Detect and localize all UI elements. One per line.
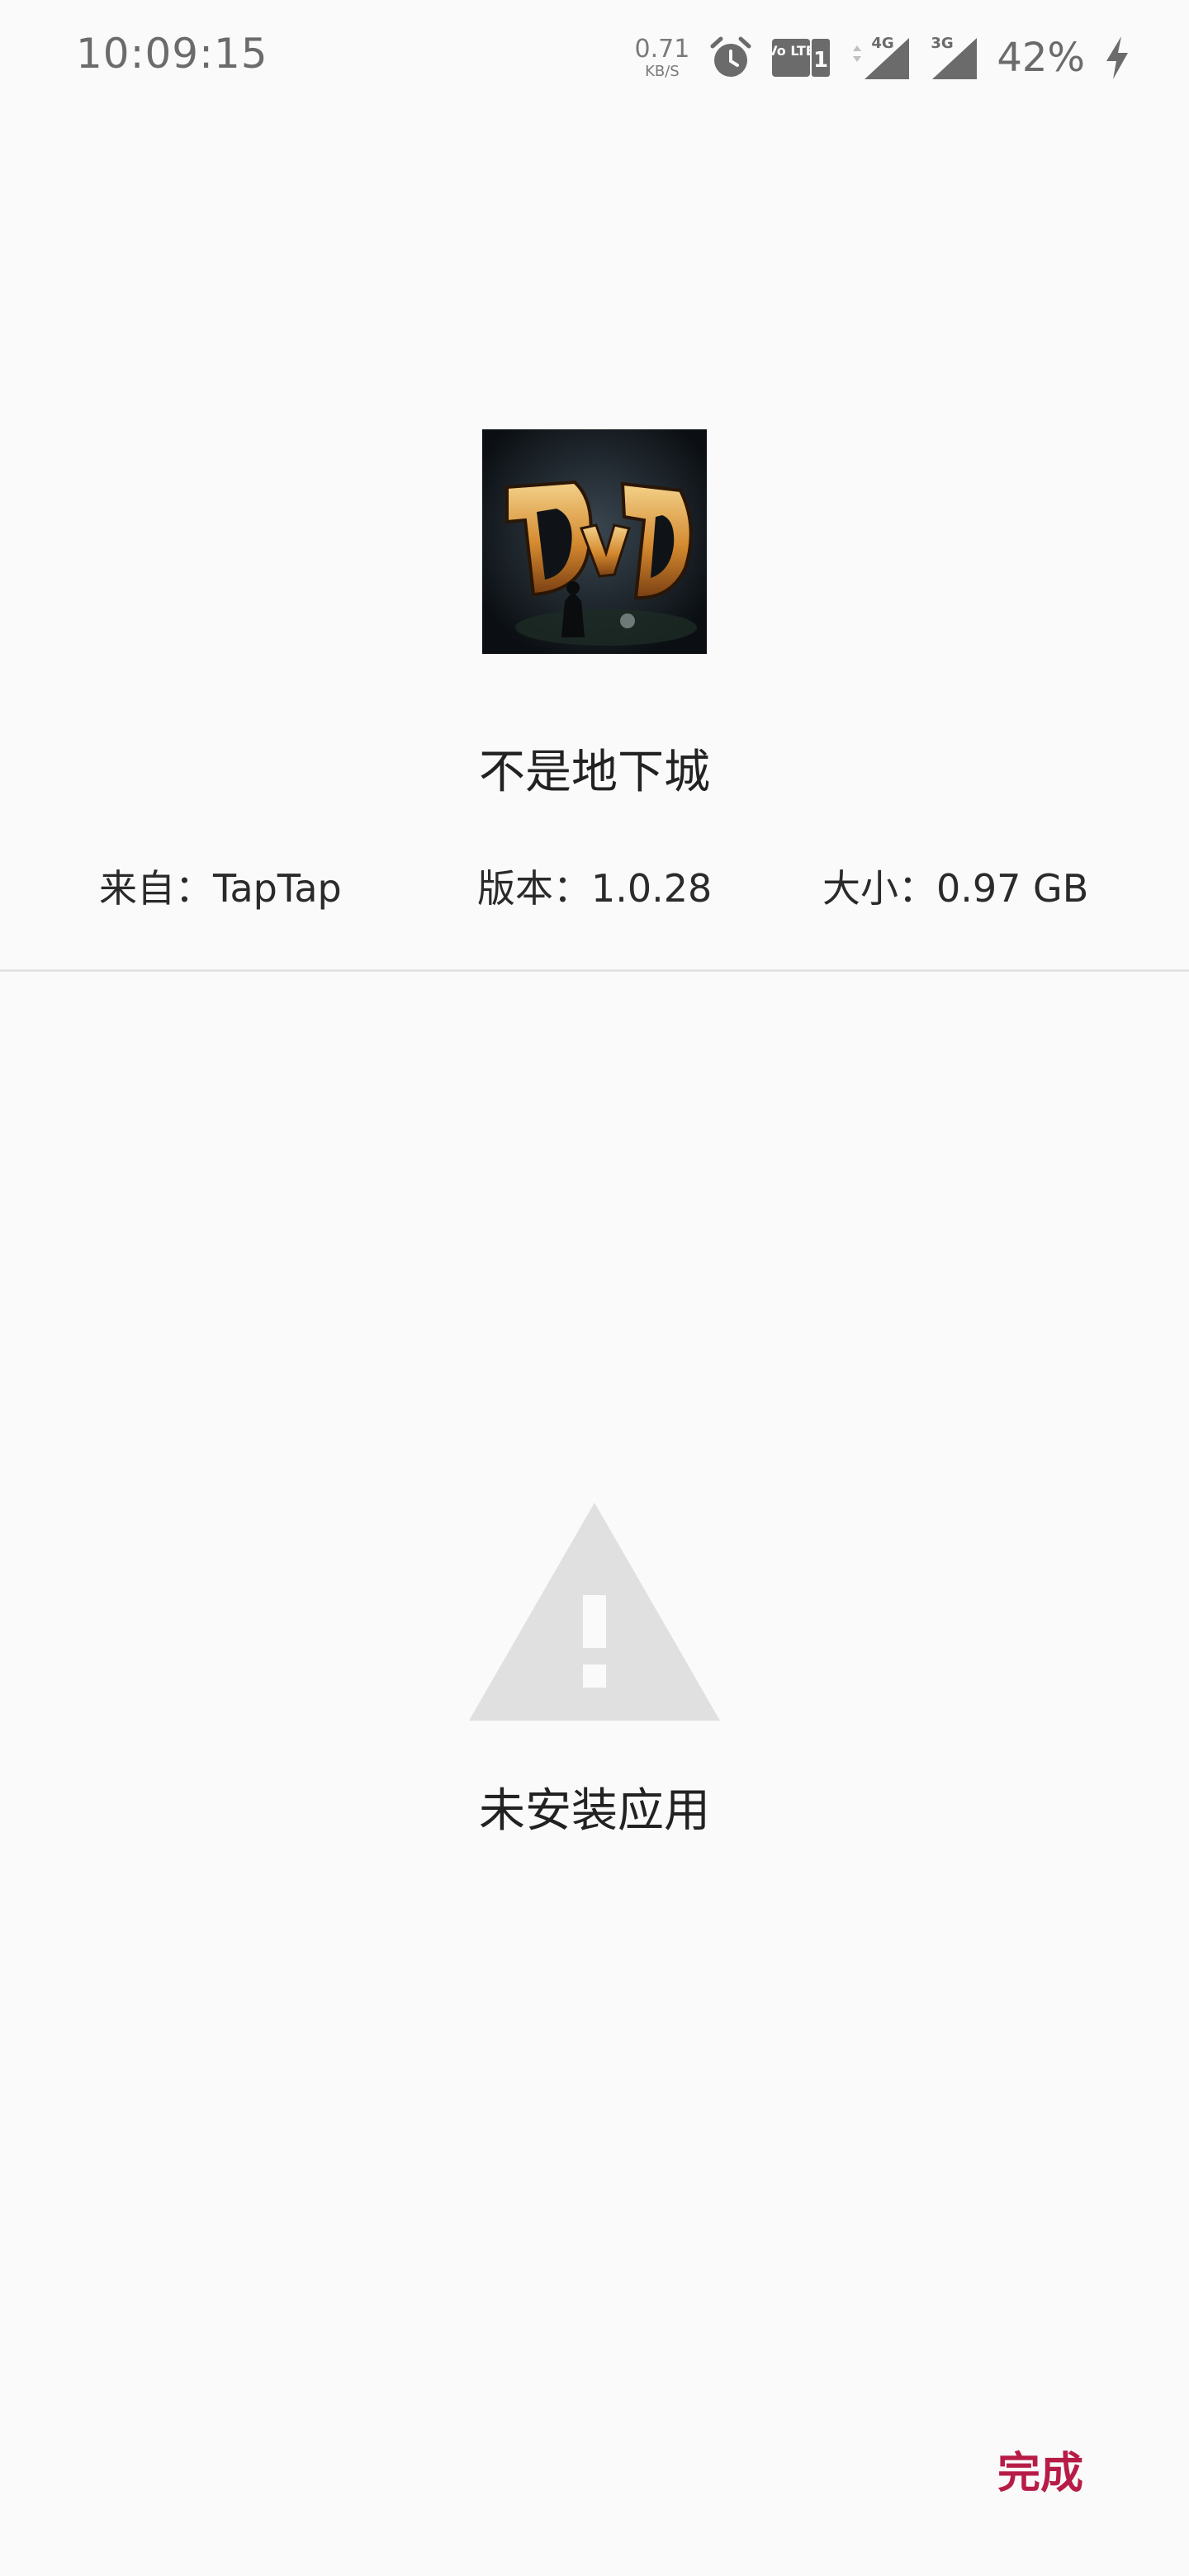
- volte-label: Vo LTE: [772, 43, 815, 59]
- network-speed: 0.71 KB/S: [634, 34, 690, 80]
- warning-icon: [469, 1503, 720, 1721]
- network-speed-value: 0.71: [634, 34, 690, 64]
- status-time: 10:09:15: [76, 30, 268, 78]
- status-icons: 0.71 KB/S Vo LTE 1 4G 3G 42%: [635, 25, 1131, 91]
- signal-3g-label: 3G: [931, 35, 954, 52]
- status-bar: 10:09:15 0.71 KB/S Vo LTE 1 4G 3G 42%: [0, 0, 1189, 116]
- signal-4g-label: 4G: [872, 35, 894, 52]
- app-version: 版本：1.0.28: [477, 866, 713, 911]
- battery-percent: 42%: [997, 35, 1085, 81]
- app-meta: 来自：TapTap 版本：1.0.28 大小：0.97 GB: [0, 859, 1189, 916]
- charging-icon: [1106, 36, 1128, 79]
- divider: [0, 969, 1189, 972]
- network-speed-unit: KB/S: [645, 62, 680, 80]
- app-name: 不是地下城: [479, 746, 710, 799]
- alarm-icon: [710, 36, 751, 77]
- volte-slot: 1: [813, 48, 828, 73]
- app-source: 来自：TapTap: [99, 866, 342, 911]
- installer-screen: 10:09:15 0.71 KB/S Vo LTE 1 4G 3G 42% 不是…: [0, 0, 1189, 2576]
- game-logo-icon: [482, 429, 707, 654]
- install-status-message: 未安装应用: [479, 1784, 710, 1838]
- signal-4g-icon: 4G: [853, 35, 910, 79]
- app-size: 大小：0.97 GB: [822, 866, 1089, 911]
- done-button[interactable]: 完成: [974, 2427, 1106, 2510]
- volte-icon: Vo LTE 1: [772, 39, 831, 77]
- signal-3g-icon: 3G: [931, 35, 978, 79]
